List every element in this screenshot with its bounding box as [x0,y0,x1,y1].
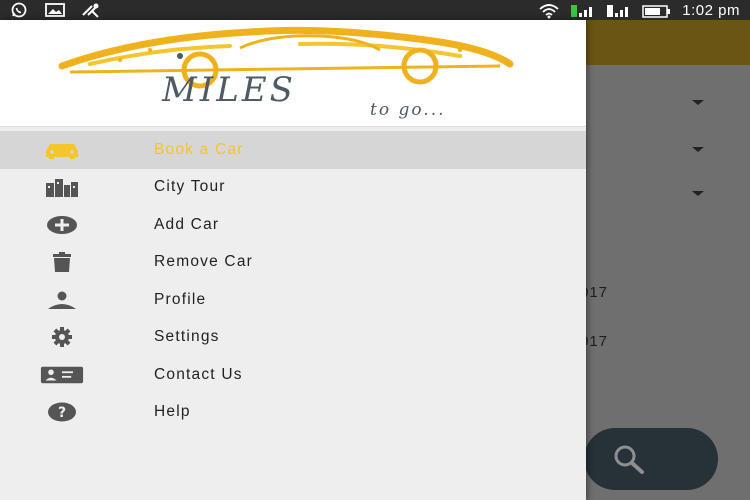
menu-item-label: Book a Car [154,140,244,158]
menu-item-label: Settings [154,328,220,346]
menu-item-label: Contact Us [154,365,243,383]
logo-tagline: to go... [370,100,446,120]
menu-item-help[interactable]: ? Help [0,394,586,432]
menu-item-label: Help [154,403,191,421]
menu-item-label: Profile [154,290,207,308]
gallery-icon [45,3,65,17]
menu-item-label: Add Car [154,215,220,233]
drawer-menu: Book a Car City Tour Add Car Remove Car … [0,131,586,431]
menu-item-remove-car[interactable]: Remove Car [0,244,586,282]
drawer-header: MILES to go... [0,20,586,126]
app-toolbar [586,20,750,65]
battery-icon [642,4,671,18]
logo-title: MILES [162,70,296,110]
menu-item-settings[interactable]: Settings [0,319,586,357]
menu-item-add-car[interactable]: Add Car [0,206,586,244]
clock: 1:02 pm [682,2,740,19]
menu-item-book-a-car[interactable]: Book a Car [0,131,586,169]
signal-icon [571,4,593,17]
trash-icon [40,251,84,273]
whatsapp-icon [11,2,27,18]
search-icon [614,445,644,474]
car-icon [40,139,84,161]
menu-item-contact-us[interactable]: Contact Us [0,356,586,394]
dropdown-arrow-icon[interactable] [692,100,704,105]
gear-icon [40,326,84,348]
background-app: 017 017 [580,20,750,500]
status-bar: 1:02 pm [0,0,750,20]
wifi-icon [539,3,559,18]
city-icon [40,176,84,198]
tools-icon [82,3,99,18]
help-icon: ? [40,401,84,423]
signal-icon [607,4,629,17]
menu-item-city-tour[interactable]: City Tour [0,169,586,207]
menu-item-label: City Tour [154,178,226,196]
svg-text:?: ? [58,405,66,421]
dropdown-arrow-icon[interactable] [692,191,704,196]
contact-card-icon [40,364,84,386]
menu-item-label: Remove Car [154,253,253,271]
add-circle-icon [40,214,84,236]
navigation-drawer: MILES to go... Book a Car City Tour Add … [0,20,586,500]
person-icon [40,289,84,311]
divider [0,126,586,127]
dropdown-arrow-icon[interactable] [692,147,704,152]
search-fab-button[interactable] [584,428,718,490]
menu-item-profile[interactable]: Profile [0,281,586,319]
